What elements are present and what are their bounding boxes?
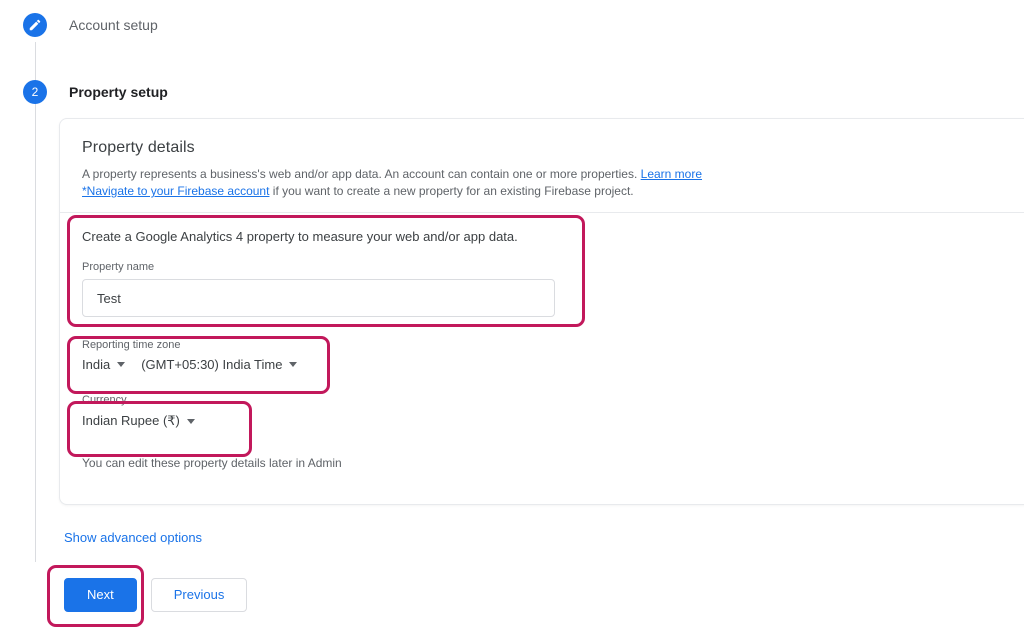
card-description-text-2: if you want to create a new property for…: [269, 184, 634, 198]
timezone-field-group: Reporting time zone India (GMT+05:30) In…: [82, 339, 1024, 372]
property-details-card: Property details A property represents a…: [59, 118, 1024, 505]
timezone-country-value: India: [82, 357, 111, 372]
card-description: A property represents a business's web a…: [82, 166, 742, 200]
stepper-step-account-setup[interactable]: Account setup: [23, 13, 158, 37]
timezone-select-row: India (GMT+05:30) India Time: [82, 357, 1024, 372]
next-button[interactable]: Next: [64, 578, 137, 612]
chevron-down-icon: [117, 362, 126, 367]
property-name-label: Property name: [82, 261, 155, 273]
edit-later-hint: You can edit these property details late…: [82, 456, 342, 470]
firebase-account-link[interactable]: *Navigate to your Firebase account: [82, 184, 269, 198]
learn-more-link[interactable]: Learn more: [641, 167, 702, 181]
stepper-step-2-label: Property setup: [69, 84, 168, 100]
chevron-down-icon: [186, 418, 195, 424]
currency-value: Indian Rupee (₹): [82, 413, 180, 428]
currency-label: Currency: [82, 394, 127, 406]
card-header: Property details A property represents a…: [60, 119, 1024, 212]
form-action-buttons: Next Previous: [64, 578, 248, 612]
card-description-text-1: A property represents a business's web a…: [82, 167, 641, 181]
currency-field-group: Currency Indian Rupee (₹): [82, 394, 1024, 430]
property-name-field-group: Property name: [82, 261, 1024, 317]
lead-instruction-text: Create a Google Analytics 4 property to …: [82, 229, 518, 244]
card-body: Create a Google Analytics 4 property to …: [60, 213, 1024, 470]
stepper-step-property-setup[interactable]: 2 Property setup: [23, 80, 168, 104]
step-number-badge: 2: [23, 80, 47, 104]
property-name-input[interactable]: [82, 279, 555, 317]
timezone-label: Reporting time zone: [82, 339, 181, 351]
currency-select[interactable]: Indian Rupee (₹): [82, 413, 195, 429]
stepper-connector-line: [35, 42, 36, 562]
timezone-offset-select[interactable]: (GMT+05:30) India Time: [141, 357, 298, 372]
timezone-country-select[interactable]: India: [82, 357, 126, 372]
show-advanced-options-link[interactable]: Show advanced options: [64, 530, 202, 545]
stepper-step-1-label: Account setup: [69, 17, 158, 33]
page-title: Property details: [82, 139, 195, 156]
previous-button[interactable]: Previous: [150, 578, 248, 612]
pencil-icon: [23, 13, 47, 37]
timezone-offset-value: (GMT+05:30) India Time: [141, 357, 283, 372]
page-root: Account setup 2 Property setup Property …: [0, 0, 1024, 634]
chevron-down-icon: [289, 362, 298, 367]
